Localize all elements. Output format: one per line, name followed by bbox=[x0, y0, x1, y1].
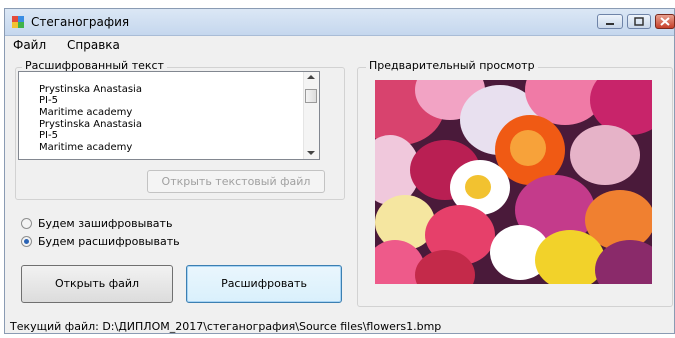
scroll-thumb[interactable] bbox=[305, 89, 317, 103]
menu-help[interactable]: Справка bbox=[67, 38, 120, 52]
radio-encrypt-label[interactable]: Будем зашифровывать bbox=[38, 217, 172, 230]
decrypted-text-list[interactable]: Prystinska Anastasia PI-5 Maritime acade… bbox=[18, 71, 320, 160]
list-scrollbar[interactable] bbox=[303, 72, 319, 159]
list-item: PI-5 bbox=[39, 130, 58, 141]
radio-decrypt[interactable] bbox=[21, 236, 32, 247]
title-bar[interactable]: Стеганография bbox=[5, 9, 675, 36]
close-button[interactable] bbox=[655, 14, 675, 29]
list-item: Maritime academy bbox=[39, 107, 133, 118]
minimize-icon bbox=[606, 23, 614, 25]
maximize-icon bbox=[634, 17, 644, 26]
status-bar: Текущий файл: D:\ДИПЛОМ_2017\стеганограф… bbox=[10, 320, 442, 333]
radio-encrypt[interactable] bbox=[21, 218, 32, 229]
list-item: Prystinska Anastasia bbox=[39, 84, 142, 95]
list-item: Maritime academy bbox=[39, 142, 133, 153]
decrypt-button[interactable]: Расшифровать bbox=[186, 265, 342, 303]
list-item: PI-5 bbox=[39, 95, 58, 106]
minimize-button[interactable] bbox=[597, 14, 623, 29]
scroll-down-arrow-icon[interactable] bbox=[307, 151, 315, 155]
menu-file[interactable]: Файл bbox=[13, 38, 46, 52]
flowers-photo bbox=[375, 80, 652, 284]
maximize-button[interactable] bbox=[627, 14, 651, 29]
menu-bar: Файл Справка bbox=[5, 35, 674, 55]
radio-selected-dot bbox=[24, 239, 29, 244]
list-item: Prystinska Anastasia bbox=[39, 119, 142, 130]
window-title: Стеганография bbox=[31, 15, 130, 29]
app-icon bbox=[12, 16, 24, 28]
scroll-up-arrow-icon[interactable] bbox=[307, 75, 315, 79]
preview-label: Предварительный просмотр bbox=[366, 59, 538, 72]
open-file-button[interactable]: Открыть файл bbox=[21, 265, 173, 303]
open-text-file-button[interactable]: Открыть текстовый файл bbox=[147, 170, 325, 193]
radio-decrypt-label[interactable]: Будем расшифровывать bbox=[38, 235, 180, 248]
close-icon bbox=[660, 17, 670, 26]
